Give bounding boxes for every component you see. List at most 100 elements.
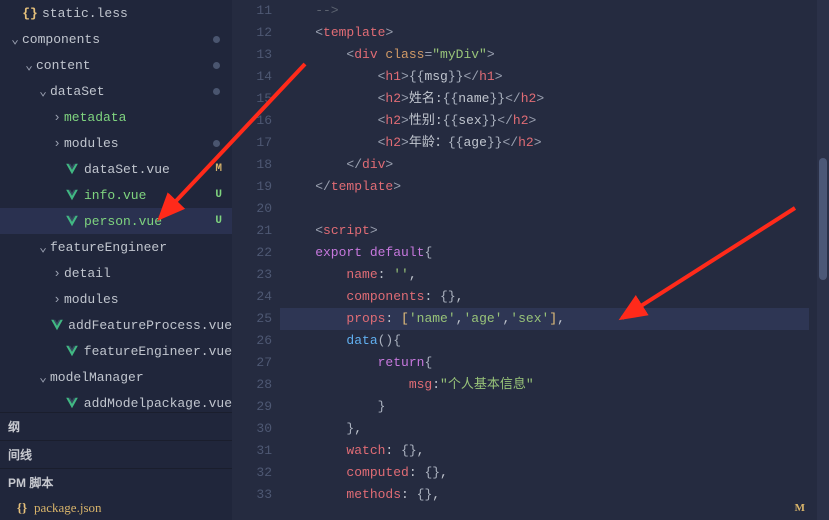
line-number: 32 [232,462,272,484]
npm-package-row[interactable]: {} package.json M [0,496,232,520]
file-tree-label: static.less [42,6,128,21]
line-number: 21 [232,220,272,242]
chevron-right-icon: › [50,292,64,307]
line-number: 22 [232,242,272,264]
line-number: 24 [232,286,272,308]
line-number: 27 [232,352,272,374]
chevron-down-icon: ⌄ [8,32,22,47]
code-line[interactable]: computed: {}, [284,462,809,484]
braces-icon: {} [14,500,30,516]
vue-icon [64,344,80,358]
file-tree-item[interactable]: ›metadata [0,104,232,130]
code-line[interactable]: <script> [284,220,809,242]
file-tree-label: dataSet [50,84,105,99]
code-line[interactable]: </div> [284,154,809,176]
file-tree[interactable]: {}static.less⌄components⌄content⌄dataSet… [0,0,232,412]
file-tree-item[interactable]: ›modules [0,286,232,312]
file-tree-item[interactable]: person.vue U [0,208,232,234]
modified-dot-icon [213,140,220,147]
code-line[interactable]: --> [284,0,809,22]
file-tree-item[interactable]: ⌄components [0,26,232,52]
file-tree-label: modelManager [50,370,144,385]
line-number: 16 [232,110,272,132]
scrollbar-thumb[interactable] [819,158,827,280]
code-content[interactable]: --> <template> <div class="myDiv"> <h1>{… [284,0,817,520]
file-tree-label: addFeatureProcess.vue [68,318,232,333]
file-tree-item[interactable]: {}static.less [0,0,232,26]
file-tree-item[interactable]: ⌄modelManager [0,364,232,390]
line-number: 30 [232,418,272,440]
file-tree-label: info.vue [84,188,146,203]
line-number: 19 [232,176,272,198]
chevron-down-icon: ⌄ [36,84,50,99]
code-line[interactable]: name: '', [284,264,809,286]
file-tree-label: content [36,58,91,73]
code-line[interactable]: msg:"个人基本信息" [284,374,809,396]
file-tree-item[interactable]: info.vue U [0,182,232,208]
vue-icon [50,318,64,332]
file-tree-label: addModelpackage.vue [84,396,232,411]
file-tree-label: person.vue [84,214,162,229]
sidebar-section-outline[interactable]: 纲 [0,412,232,440]
code-line[interactable]: <h2>性别:{{sex}}</h2> [284,110,809,132]
line-number: 13 [232,44,272,66]
file-tree-item[interactable]: featureEngineer.vue [0,338,232,364]
code-line[interactable] [284,198,809,220]
code-line[interactable]: props: ['name','age','sex'], [280,308,809,330]
code-editor[interactable]: 1112131415161718192021222324252627282930… [232,0,829,520]
code-line[interactable]: return { [284,352,809,374]
code-line[interactable]: <h1>{{msg}}</h1> [284,66,809,88]
file-tree-item[interactable]: addFeatureProcess.vue [0,312,232,338]
modified-dot-icon [213,36,220,43]
git-status-badge: U [215,189,222,201]
sidebar-section-npm-scripts[interactable]: PM 脚本 [0,468,232,496]
line-number: 25 [232,308,272,330]
chevron-down-icon: ⌄ [22,58,36,73]
code-line[interactable]: <div class="myDiv"> [284,44,809,66]
line-number: 31 [232,440,272,462]
code-line[interactable]: <h2>年龄：{{age}}</h2> [284,132,809,154]
code-line[interactable]: data() { [284,330,809,352]
sidebar-section-timeline[interactable]: 间线 [0,440,232,468]
line-number-gutter: 1112131415161718192021222324252627282930… [232,0,284,520]
code-line[interactable]: <h2>姓名:{{name}}</h2> [284,88,809,110]
line-number: 17 [232,132,272,154]
line-number: 29 [232,396,272,418]
line-number: 12 [232,22,272,44]
chevron-right-icon: › [50,266,64,281]
code-line[interactable]: }, [284,418,809,440]
npm-package-label: package.json [34,500,102,516]
editor-scrollbar[interactable] [817,0,829,520]
file-tree-item[interactable]: ⌄content [0,52,232,78]
line-number: 11 [232,0,272,22]
code-line[interactable]: </template> [284,176,809,198]
code-line[interactable]: components: {}, [284,286,809,308]
file-tree-item[interactable]: ›modules [0,130,232,156]
chevron-down-icon: ⌄ [36,240,50,255]
code-line[interactable]: <template> [284,22,809,44]
file-tree-item[interactable]: ›detail [0,260,232,286]
git-status-badge: M [215,163,222,175]
chevron-down-icon: ⌄ [36,370,50,385]
chevron-right-icon: › [50,110,64,125]
file-tree-label: featureEngineer.vue [84,344,232,359]
vue-icon [64,396,80,410]
file-tree-label: modules [64,292,119,307]
line-number: 26 [232,330,272,352]
file-tree-item[interactable]: ⌄featureEngineer [0,234,232,260]
file-tree-item[interactable]: ⌄dataSet [0,78,232,104]
code-line[interactable]: export default { [284,242,809,264]
line-number: 33 [232,484,272,506]
file-tree-label: metadata [64,110,126,125]
code-line[interactable]: } [284,396,809,418]
code-line[interactable]: methods: {}, [284,484,809,506]
file-tree-label: modules [64,136,119,151]
file-explorer-sidebar: {}static.less⌄components⌄content⌄dataSet… [0,0,232,520]
line-number: 18 [232,154,272,176]
vue-icon [64,188,80,202]
file-tree-item[interactable]: dataSet.vueM [0,156,232,182]
git-status-badge: U [215,215,222,227]
code-line[interactable]: watch: {}, [284,440,809,462]
file-tree-item[interactable]: addModelpackage.vue [0,390,232,412]
line-number: 20 [232,198,272,220]
